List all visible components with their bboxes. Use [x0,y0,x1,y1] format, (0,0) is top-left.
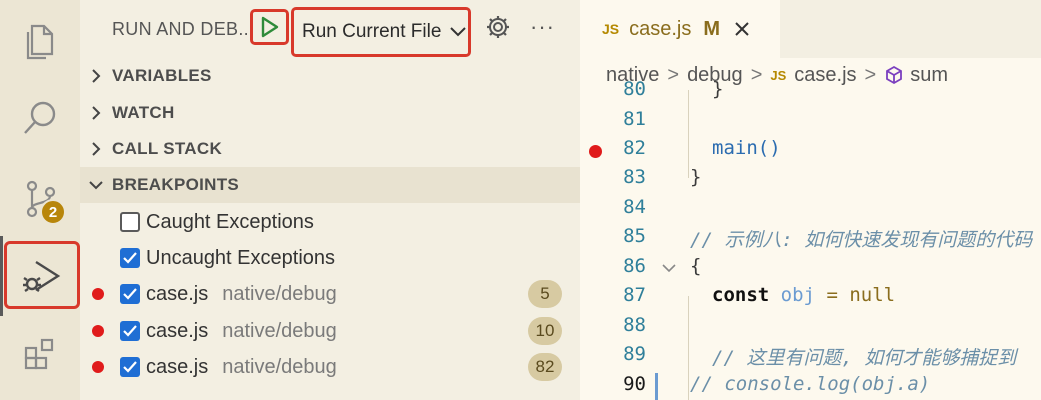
breakpoint-dot-icon [92,325,104,337]
code-line: 90 // console.log(obj.a) [580,373,1041,400]
modified-indicator: M [703,17,721,40]
breakpoint-path: native/debug [222,319,337,342]
chevron-right-icon [80,69,112,83]
code-comment: // 示例八: 如何快速发现有问题的代码 [690,229,1033,251]
line-number: 87 [623,284,646,306]
breakpoint-line-badge: 10 [528,317,562,345]
checkbox[interactable] [120,248,140,268]
line-number: 86 [623,255,646,277]
breakpoint-dot-icon [92,288,104,300]
literal: null [849,284,896,306]
section-label: CALL STACK [112,139,223,158]
breakpoint-path: native/debug [222,355,337,378]
breakpoint-line-badge: 5 [528,280,562,308]
extensions-icon[interactable] [0,316,80,396]
chevron-down-icon [80,180,112,190]
breakpoint-dot-icon [92,361,104,373]
code-line: 86 { [580,255,1041,285]
line-number: 89 [623,343,646,365]
chevron-right-icon [80,142,112,156]
exception-label: Uncaught Exceptions [146,246,336,269]
tab-case-js[interactable]: JS case.js M [580,0,780,58]
line-number: 82 [623,137,646,159]
scm-badge: 2 [40,199,66,225]
explorer-icon[interactable] [0,0,80,80]
section-watch[interactable]: WATCH [80,95,580,131]
code-text: { [690,255,702,277]
run-debug-highlight [4,241,80,309]
code-line: 84 [580,196,1041,226]
line-number: 88 [623,314,646,336]
uncaught-exceptions-row[interactable]: Uncaught Exceptions [80,240,580,276]
debug-panel: RUN AND DEB... Run Current File ··· VARI… [80,0,580,400]
section-label: BREAKPOINTS [112,175,240,194]
code-line: 89 // 这里有问题, 如何才能够捕捉到 [580,343,1041,373]
current-line-marker [655,373,658,400]
checkbox[interactable] [120,321,140,341]
code-line: 85 // 示例八: 如何快速发现有问题的代码 [580,225,1041,255]
editor: JS case.js M native > debug > JS case.js… [580,0,1041,400]
code-area[interactable]: 80 } 81 82 main() 83 } 84 85 // 示例八: 如何快… [580,78,1041,400]
line-number: 84 [623,196,646,218]
config-label: Run Current File [302,21,442,42]
breakpoint-file: case.js [146,355,209,378]
breakpoint-path: native/debug [222,282,337,305]
more-actions-icon[interactable]: ··· [530,14,555,40]
tab-label: case.js [629,17,692,40]
code-line: 82 main() [580,137,1041,167]
code-text: } [690,166,702,188]
line-number: 81 [623,108,646,130]
section-breakpoints[interactable]: BREAKPOINTS [80,167,580,203]
search-icon[interactable] [0,78,80,158]
code-line: 83 } [580,166,1041,196]
source-control-icon[interactable] [0,158,80,238]
start-debugging-button[interactable] [250,9,289,45]
breakpoint-file: case.js [146,319,209,342]
panel-title: RUN AND DEB... [112,19,255,39]
code-line: 80 } [580,78,1041,108]
fold-chevron-icon[interactable] [662,263,676,273]
line-number: 83 [623,166,646,188]
identifier: obj [780,284,815,306]
code-text: } [712,78,724,100]
code-comment: // console.log(obj.a) [690,373,931,395]
play-icon [261,16,278,38]
js-file-icon: JS [602,21,620,37]
caught-exceptions-row[interactable]: Caught Exceptions [80,204,580,240]
code-line: 88 [580,314,1041,344]
operator: = [826,284,838,306]
code-comment: // 这里有问题, 如何才能够捕捉到 [712,347,1017,369]
activity-bar: 2 [0,0,80,400]
breakpoint-file: case.js [146,282,209,305]
line-number: 90 [623,373,646,395]
checkbox[interactable] [120,212,140,232]
exception-label: Caught Exceptions [146,210,314,233]
code-line: 81 [580,108,1041,138]
code-line: 87 const obj = null [580,284,1041,314]
line-number: 80 [623,78,646,100]
tab-bar: JS case.js M [580,0,1041,58]
keyword: const [712,284,770,306]
section-label: WATCH [112,103,175,122]
checkbox[interactable] [120,284,140,304]
breakpoint-line-badge: 82 [528,353,562,381]
close-icon[interactable] [734,21,750,37]
gear-icon[interactable] [485,14,511,40]
chevron-down-icon [450,27,467,37]
breakpoint-row[interactable]: case.js native/debug 5 [80,276,580,312]
section-call-stack[interactable]: CALL STACK [80,131,580,167]
breakpoint-row[interactable]: case.js native/debug 82 [80,349,580,385]
launch-config-select[interactable]: Run Current File [291,7,471,57]
chevron-right-icon [80,106,112,120]
section-label: VARIABLES [112,66,212,85]
line-number: 85 [623,225,646,247]
debug-header: RUN AND DEB... Run Current File ··· [80,0,580,58]
code-text: main() [712,137,781,159]
code-text: const obj = null [712,284,895,306]
breakpoint-row[interactable]: case.js native/debug 10 [80,313,580,349]
section-variables[interactable]: VARIABLES [80,58,580,94]
checkbox[interactable] [120,357,140,377]
